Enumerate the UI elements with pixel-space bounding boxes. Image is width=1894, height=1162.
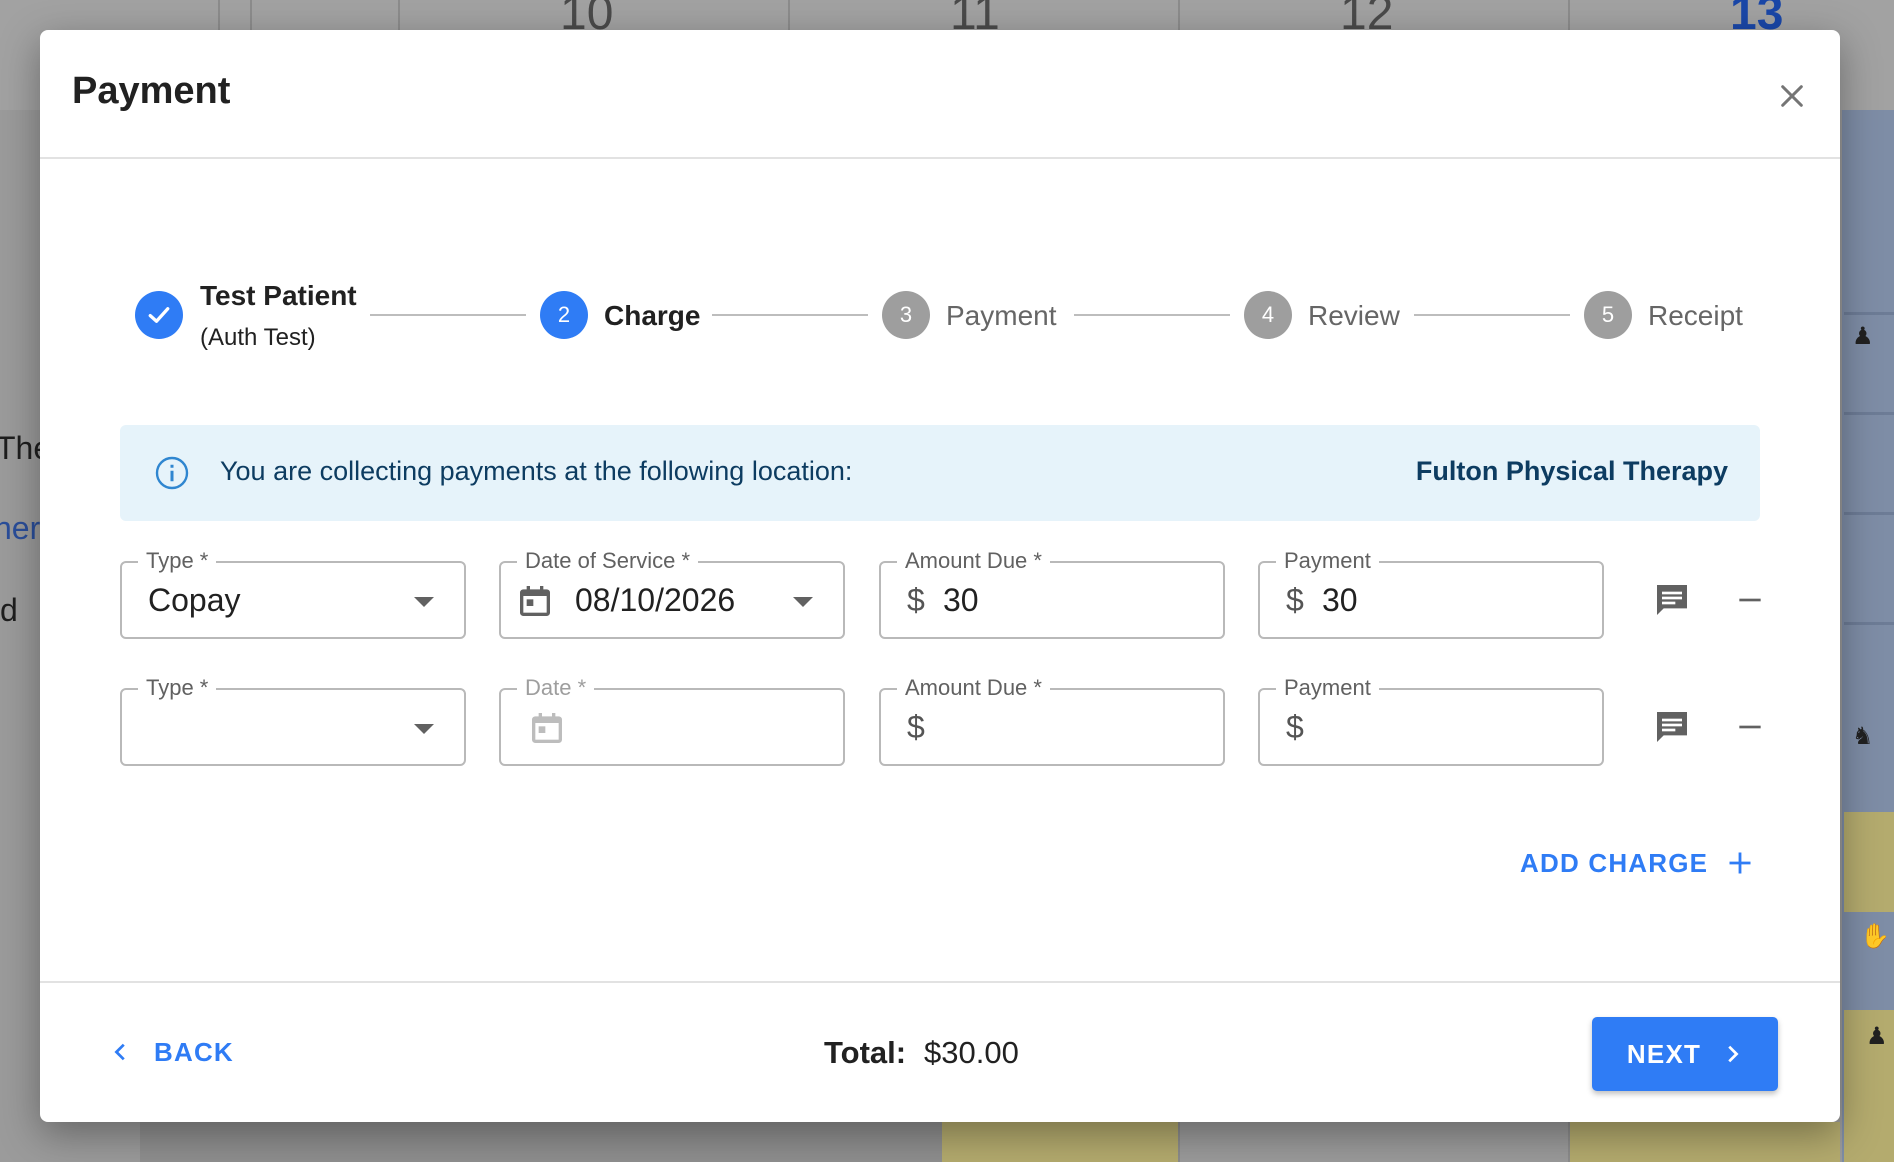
payment-label: Payment [1276, 674, 1379, 702]
person-icon: ♟ [1866, 1023, 1888, 1050]
banner-location-name: Fulton Physical Therapy [1415, 456, 1728, 486]
payment-stepper: Test Patient (Auth Test) 2 Charge 3 Paym… [40, 252, 1840, 352]
currency-prefix: $ [907, 709, 925, 745]
amount-due-label: Amount Due * [897, 547, 1050, 575]
payment-input[interactable]: Payment $ [1258, 674, 1604, 766]
chevron-right-icon [1728, 1045, 1739, 1063]
back-button[interactable]: BACK [110, 1027, 234, 1077]
plus-icon [1729, 852, 1751, 874]
calendar-icon [532, 713, 562, 743]
add-charge-label: ADD CHARGE [1520, 847, 1709, 878]
step-connector [370, 314, 526, 316]
close-button[interactable] [1764, 68, 1820, 124]
step-receipt-label: Receipt [1648, 300, 1743, 331]
step-charge-number: 2 [540, 291, 588, 339]
step-charge-label: Charge [604, 300, 701, 331]
step-connector [1414, 314, 1570, 316]
step-payment-label: Payment [946, 300, 1057, 331]
date-field[interactable]: Date * [499, 674, 845, 766]
step-receipt-number: 5 [1584, 291, 1632, 339]
comment-icon [1657, 712, 1687, 742]
back-label: BACK [154, 1036, 234, 1067]
hand-icon: ✋ [1860, 923, 1890, 950]
step-review-number: 4 [1244, 291, 1292, 339]
remove-charge-button[interactable] [1728, 705, 1772, 749]
currency-prefix: $ [907, 582, 925, 618]
calendar-event-block [1570, 1122, 1840, 1162]
remove-charge-button[interactable] [1728, 578, 1772, 622]
next-button[interactable]: NEXT [1592, 1017, 1778, 1091]
step-payment-number: 3 [882, 291, 930, 339]
currency-prefix: $ [1286, 709, 1304, 745]
calendar-appointment [1844, 622, 1894, 712]
check-icon [148, 307, 170, 323]
charge-type-label: Type * [138, 547, 217, 575]
chevron-down-icon [414, 724, 434, 734]
currency-prefix: $ [1286, 582, 1304, 618]
amount-due-input[interactable]: Amount Due * $ [879, 674, 1225, 766]
location-info-banner: You are collecting payments at the follo… [120, 425, 1760, 521]
step-patient-sublabel: (Auth Test) [200, 324, 316, 351]
charge-type-value: Copay [148, 582, 241, 618]
date-of-service-label: Date of Service * [517, 547, 699, 575]
amount-due-label: Amount Due * [897, 674, 1050, 702]
step-patient-check [135, 291, 183, 339]
add-note-button[interactable] [1650, 578, 1694, 622]
step-review-label: Review [1308, 300, 1400, 331]
dialog-title: Payment [72, 70, 231, 112]
add-charge-button[interactable]: ADD CHARGE [1520, 838, 1754, 888]
chevron-down-icon [414, 597, 434, 607]
info-icon [155, 456, 189, 490]
total-value: $30.00 [924, 1035, 1019, 1070]
charge-type-select[interactable]: Type * Copay [120, 547, 466, 639]
dialog-footer: BACK Total: $30.00 NEXT [40, 981, 1840, 1122]
step-connector [712, 314, 868, 316]
payment-value: 30 [1322, 582, 1358, 618]
charge-type-select[interactable]: Type * [120, 674, 466, 766]
person-icon: ♟ [1852, 323, 1874, 350]
chevron-left-icon [114, 1043, 125, 1061]
amount-due-value: 30 [943, 582, 979, 618]
animal-icon: ♞ [1852, 723, 1874, 750]
step-connector [1074, 314, 1230, 316]
payment-dialog: Payment Test Patient (Auth Test) 2 Charg… [40, 30, 1840, 1122]
amount-due-input[interactable]: Amount Due * $ 30 [879, 547, 1225, 639]
chevron-down-icon [793, 597, 813, 607]
backdrop-text-fragment: d [0, 592, 18, 628]
charge-type-label: Type * [138, 674, 217, 702]
minus-icon [1739, 725, 1761, 729]
calendar-appointment [1844, 512, 1894, 622]
calendar-appointment [1844, 412, 1894, 512]
add-note-button[interactable] [1650, 705, 1694, 749]
step-patient-label: Test Patient [200, 280, 357, 311]
payment-label: Payment [1276, 547, 1379, 575]
date-label: Date * [517, 674, 595, 702]
calendar-icon [520, 586, 550, 616]
close-icon [1781, 85, 1803, 107]
dialog-header: Payment [40, 30, 1840, 159]
date-of-service-field[interactable]: Date of Service * 08/10/2026 [499, 547, 845, 639]
calendar-cell [140, 1122, 942, 1162]
calendar-event-block [1844, 812, 1894, 912]
payment-input[interactable]: Payment $ 30 [1258, 547, 1604, 639]
calendar-event-block [942, 1122, 1178, 1162]
date-of-service-value: 08/10/2026 [575, 582, 736, 618]
comment-icon [1657, 585, 1687, 615]
minus-icon [1739, 598, 1761, 602]
total-label: Total: [824, 1035, 907, 1070]
banner-message: You are collecting payments at the follo… [220, 456, 853, 486]
next-label: NEXT [1626, 1038, 1702, 1069]
